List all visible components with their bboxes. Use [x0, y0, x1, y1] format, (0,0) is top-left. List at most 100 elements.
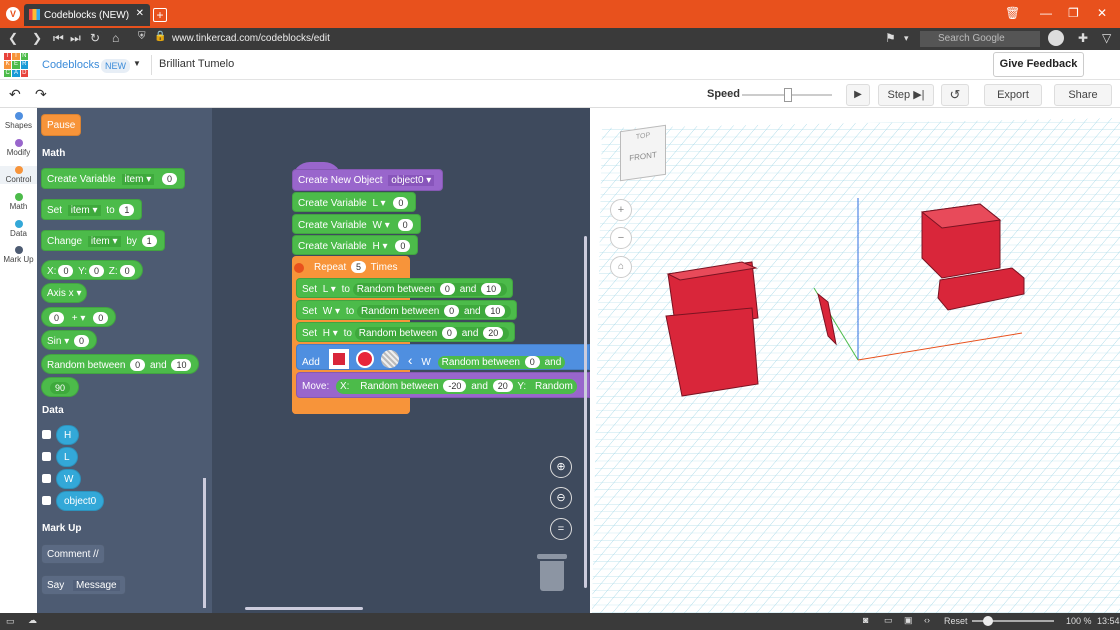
minimize-icon[interactable]: — [1040, 6, 1052, 20]
undo-icon[interactable]: ↶ [9, 86, 21, 103]
create-object-block[interactable]: Create New Object object0 ▾ [292, 169, 444, 191]
close-window-icon[interactable]: ✕ [1097, 6, 1107, 20]
trash-icon[interactable]: 🗑 [1005, 6, 1020, 20]
value-pill[interactable]: 0 [130, 359, 146, 371]
value-pill[interactable]: 0 [74, 335, 90, 347]
set-l-block[interactable]: Set L ▾ to Random between 0 and 10 [296, 278, 514, 298]
zoom-in-icon[interactable]: + [610, 199, 632, 221]
window-icon[interactable]: ▭ [884, 615, 893, 626]
category-data[interactable]: Data [0, 220, 37, 238]
say-block[interactable]: Say Message [41, 575, 126, 595]
variable-checkbox[interactable] [42, 496, 51, 505]
value-pill[interactable]: 0 [444, 305, 460, 317]
variable-dropdown[interactable]: item ▾ [67, 205, 101, 216]
variable-dropdown[interactable]: item ▾ [121, 174, 155, 185]
new-tab-button[interactable]: + [153, 8, 167, 22]
trash-can-icon[interactable] [537, 554, 567, 592]
repeat-count-pill[interactable]: 5 [351, 261, 367, 273]
red-box-front[interactable] [665, 261, 759, 397]
variable-l-block[interactable]: L [56, 447, 78, 467]
workspace-horizontal-scrollbar[interactable] [245, 607, 363, 610]
move-block[interactable]: Move: X: Random between -20 and 20 Y: Ra… [296, 372, 590, 398]
variable-w-block[interactable]: W [56, 469, 82, 489]
url-field[interactable]: www.tinkercad.com/codeblocks/edit [172, 33, 330, 44]
object-dropdown[interactable]: object0 ▾ [388, 175, 435, 186]
create-variable-w-block[interactable]: Create Variable W ▾ 0 [292, 214, 421, 234]
3d-viewport[interactable]: TOP FRONT + − ⌂ [592, 108, 1120, 613]
hole-toggle[interactable] [381, 350, 400, 369]
shield-icon[interactable]: ⛨ [138, 31, 146, 42]
add-shape-block[interactable]: Add ‹ W Random between 0 and [296, 344, 590, 370]
variable-checkbox[interactable] [42, 452, 51, 461]
home-icon[interactable]: ⌂ [112, 31, 119, 45]
shape-selector[interactable] [328, 349, 349, 369]
zoom-out-button[interactable]: ⊖ [550, 487, 572, 509]
value-pill[interactable]: 10 [481, 283, 502, 295]
value-pill[interactable]: 20 [483, 327, 504, 339]
create-variable-h-block[interactable]: Create Variable H ▾ 0 [292, 235, 419, 255]
value-pill[interactable]: 0 [395, 240, 411, 252]
variable-checkbox[interactable] [42, 430, 51, 439]
profile-avatar[interactable] [1048, 30, 1064, 46]
browser-tab[interactable]: Codeblocks (NEW) ✕ [24, 4, 150, 26]
fast-forward-icon[interactable]: ⏭ [70, 31, 81, 46]
bookmark-icon[interactable]: ⚑ [885, 31, 896, 45]
category-modify[interactable]: Modify [0, 139, 37, 157]
value-pill[interactable]: 0 [524, 356, 540, 368]
variable-dropdown[interactable]: W ▾ [323, 306, 340, 317]
zoom-reset-button[interactable]: = [550, 518, 572, 540]
give-feedback-button[interactable]: Give Feedback [993, 52, 1084, 77]
axis-block[interactable]: Axis x ▾ [41, 283, 88, 303]
create-variable-l-block[interactable]: Create Variable L ▾ 0 [292, 192, 417, 212]
export-button[interactable]: Export [984, 84, 1042, 106]
home-view-icon[interactable]: ⌂ [610, 256, 632, 278]
value-pill[interactable]: 0 [393, 197, 409, 209]
variable-dropdown[interactable]: W ▾ [373, 220, 390, 231]
dropdown-icon[interactable]: ▾ [904, 33, 909, 44]
variable-dropdown[interactable]: H ▾ [323, 328, 338, 339]
random-between-reporter[interactable]: Random between 0 and 10 [352, 283, 508, 296]
arithmetic-block[interactable]: 0 + ▾ 0 [41, 307, 117, 327]
extensions-icon[interactable]: ✚ [1078, 31, 1088, 45]
view-cube-top[interactable]: TOP [621, 130, 665, 143]
palette-scrollbar[interactable] [203, 478, 206, 608]
code-icon[interactable]: ‹› [924, 615, 930, 625]
value-pill[interactable]: 0 [162, 173, 178, 185]
back-icon[interactable]: ❮ [8, 31, 18, 45]
workplane-grid[interactable] [592, 108, 1120, 613]
pause-block[interactable]: Pause [41, 114, 82, 136]
random-between-block[interactable]: Random between 0 and 10 [41, 354, 200, 374]
page-zoom-handle[interactable] [983, 616, 993, 626]
zoom-reset-label[interactable]: Reset [944, 616, 968, 626]
category-control[interactable]: Control [0, 166, 37, 184]
speed-slider-handle[interactable] [784, 88, 792, 102]
value-pill[interactable]: 0 [119, 265, 135, 277]
app-name[interactable]: Codeblocks [42, 59, 99, 71]
media-icon[interactable]: ▣ [904, 615, 913, 626]
number-block[interactable]: 90 [41, 377, 80, 397]
project-name[interactable]: Brilliant Tumelo [159, 58, 234, 70]
variable-dropdown[interactable]: H ▾ [373, 241, 388, 252]
vivaldi-shield-icon[interactable]: ▽ [1102, 31, 1111, 45]
forward-icon[interactable]: ❯ [32, 31, 42, 45]
view-cube-front[interactable]: FRONT [621, 149, 665, 164]
tinkercad-logo[interactable]: T I N K E R C A D [4, 53, 28, 77]
zoom-out-icon[interactable]: − [610, 227, 632, 249]
chevron-left-icon[interactable]: ‹ [408, 352, 413, 368]
chevron-down-icon[interactable]: ▼ [133, 59, 141, 68]
value-pill[interactable]: 20 [492, 380, 513, 392]
variable-dropdown[interactable]: item ▾ [87, 236, 121, 247]
comment-block[interactable]: Comment // [41, 544, 105, 564]
step-button[interactable]: Step ▶| [878, 84, 934, 106]
variable-dropdown[interactable]: L ▾ [373, 198, 386, 209]
set-h-block[interactable]: Set H ▾ to Random between 0 and 20 [296, 322, 516, 342]
value-pill[interactable]: 0 [93, 312, 109, 324]
vivaldi-menu-icon[interactable]: V [6, 7, 20, 21]
value-pill[interactable]: 0 [397, 219, 413, 231]
value-pill[interactable]: 1 [119, 204, 135, 216]
maximize-icon[interactable]: ❐ [1068, 6, 1079, 20]
category-markup[interactable]: Mark Up [0, 246, 37, 264]
share-button[interactable]: Share [1054, 84, 1112, 106]
close-tab-icon[interactable]: ✕ [136, 8, 144, 19]
variable-checkbox[interactable] [42, 474, 51, 483]
